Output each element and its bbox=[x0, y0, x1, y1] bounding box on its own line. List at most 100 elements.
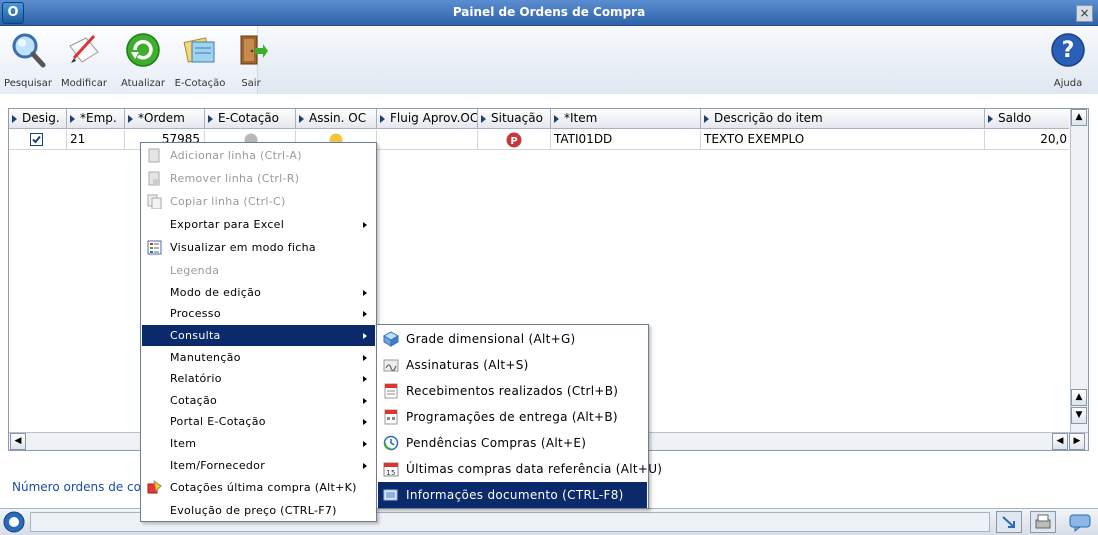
descricao-cell: TEXTO EXEMPLO bbox=[701, 130, 985, 150]
modify-label: Modificar bbox=[61, 78, 107, 89]
submenu-item-signatures[interactable]: Assinaturas (Alt+S) bbox=[378, 352, 647, 378]
sort-arrow-icon bbox=[299, 114, 304, 123]
close-button[interactable]: × bbox=[1076, 5, 1093, 22]
menu-item-form-view[interactable]: Visualizar em modo ficha bbox=[142, 237, 375, 258]
col-item[interactable]: *Item bbox=[551, 109, 701, 129]
window-title: Painel de Ordens de Compra bbox=[452, 5, 646, 19]
vertical-scrollbar[interactable]: ▲ ▲ ▼ bbox=[1070, 109, 1088, 433]
sort-arrow-icon bbox=[128, 114, 133, 123]
scroll-right-button[interactable]: ▶ bbox=[1069, 433, 1085, 450]
sort-arrow-icon bbox=[380, 114, 385, 123]
sort-arrow-icon bbox=[988, 114, 993, 123]
svg-text:15: 15 bbox=[386, 469, 396, 477]
calendar-icon: 15 bbox=[383, 462, 399, 477]
sort-arrow-icon bbox=[554, 114, 559, 123]
refresh-button[interactable]: Atualizar bbox=[115, 30, 171, 92]
scroll-down-button[interactable]: ▼ bbox=[1071, 407, 1087, 424]
menu-item-remove-row[interactable]: Remover linha (Ctrl-R) bbox=[142, 168, 375, 189]
menu-item-edit-mode[interactable]: Modo de edição bbox=[142, 282, 375, 303]
quotation-icon bbox=[183, 37, 215, 63]
submenu-arrow-icon bbox=[363, 355, 367, 361]
orders-count-link[interactable]: Número ordens de com bbox=[12, 480, 153, 494]
help-label: Ajuda bbox=[1053, 78, 1083, 89]
checkbox-checked[interactable] bbox=[30, 133, 43, 146]
exit-label: Sair bbox=[241, 78, 261, 89]
exit-door-icon bbox=[240, 35, 268, 65]
submenu-arrow-icon bbox=[363, 333, 367, 339]
col-fluig[interactable]: Fluig Aprov.OC bbox=[377, 109, 478, 129]
red-p-badge: P bbox=[506, 132, 522, 148]
chat-icon[interactable] bbox=[1067, 511, 1093, 533]
form-view-icon bbox=[147, 240, 162, 255]
help-button[interactable]: ? Ajuda bbox=[1040, 30, 1096, 92]
saldo-cell: 20,0 bbox=[1040, 132, 1067, 146]
sort-arrow-icon bbox=[70, 114, 75, 123]
menu-item-legend[interactable]: Legenda bbox=[142, 260, 375, 281]
sort-arrow-icon bbox=[704, 114, 709, 123]
menu-item-copy-row[interactable]: Copiar linha (Ctrl-C) bbox=[142, 191, 375, 212]
document-info-icon bbox=[383, 489, 398, 501]
menu-item-export-excel[interactable]: Exportar para Excel bbox=[142, 214, 375, 235]
desig-checkbox-cell[interactable] bbox=[9, 130, 67, 150]
svg-text:P: P bbox=[510, 136, 517, 147]
menu-item-last-purchase-quotes[interactable]: Cotações última compra (Alt+K) bbox=[142, 477, 375, 498]
consulta-submenu: Grade dimensional (Alt+G) Assinaturas (A… bbox=[376, 324, 662, 509]
svg-text:?: ? bbox=[1062, 38, 1075, 63]
refresh-icon bbox=[126, 33, 160, 67]
submenu-item-receipts[interactable]: Recebimentos realizados (Ctrl+B) bbox=[378, 378, 647, 404]
scroll-up-button[interactable]: ▲ bbox=[1071, 109, 1087, 126]
submenu-item-last-purchases[interactable]: 15 Últimas compras data referência (Alt+… bbox=[378, 456, 662, 482]
status-app-icon[interactable] bbox=[3, 511, 25, 533]
menu-item-process[interactable]: Processo bbox=[142, 303, 375, 324]
col-saldo[interactable]: Saldo bbox=[985, 109, 1069, 129]
submenu-arrow-icon bbox=[363, 419, 367, 425]
submenu-item-grade-dimensional[interactable]: Grade dimensional (Alt+G) bbox=[378, 326, 647, 352]
scroll-left-button-right[interactable]: ◀ bbox=[1052, 433, 1068, 450]
col-desig[interactable]: Desig. bbox=[9, 109, 67, 129]
help-icon: ? bbox=[1051, 33, 1085, 67]
receipt-icon bbox=[384, 383, 398, 399]
edit-icon bbox=[69, 34, 99, 63]
col-descricao[interactable]: Descrição do item bbox=[701, 109, 985, 129]
magnifier-icon bbox=[12, 33, 46, 68]
pending-clock-icon bbox=[383, 435, 399, 451]
menu-item-add-row[interactable]: Adicionar linha (Ctrl-A) bbox=[142, 145, 375, 166]
resize-arrow-icon[interactable] bbox=[996, 511, 1022, 533]
modify-button[interactable]: Modificar bbox=[56, 30, 112, 92]
submenu-arrow-icon bbox=[363, 398, 367, 404]
exit-button[interactable]: Sair bbox=[223, 30, 279, 92]
item-cell: TATI01DD bbox=[551, 130, 701, 150]
menu-item-report[interactable]: Relatório bbox=[142, 368, 375, 389]
col-assin-oc[interactable]: Assin. OC bbox=[296, 109, 377, 129]
submenu-arrow-icon bbox=[363, 463, 367, 469]
col-ordem[interactable]: *Ordem bbox=[125, 109, 205, 129]
sort-arrow-icon bbox=[208, 114, 213, 123]
toolbar: Pesquisar Modificar Atualizar E-Cotação bbox=[0, 26, 1098, 94]
col-situacao[interactable]: Situação bbox=[478, 109, 551, 129]
ecotacao-button[interactable]: E-Cotação bbox=[172, 30, 228, 92]
copy-row-icon bbox=[147, 194, 162, 209]
ecotacao-label: E-Cotação bbox=[174, 78, 226, 89]
submenu-item-pending-purchases[interactable]: Pendências Compras (Alt+E) bbox=[378, 430, 647, 456]
menu-item-maintenance[interactable]: Manutenção bbox=[142, 347, 375, 368]
menu-item-consulta[interactable]: Consulta bbox=[142, 325, 375, 346]
refresh-label: Atualizar bbox=[120, 78, 166, 89]
scroll-left-button[interactable]: ◀ bbox=[10, 433, 26, 450]
scroll-up-button-lower[interactable]: ▲ bbox=[1071, 389, 1087, 406]
col-emp[interactable]: *Emp. bbox=[67, 109, 125, 129]
menu-item-price-evolution[interactable]: Evolução de preço (CTRL-F7) bbox=[142, 500, 375, 521]
col-ecotacao[interactable]: E-Cotação bbox=[205, 109, 296, 129]
menu-item-quotation[interactable]: Cotação bbox=[142, 390, 375, 411]
submenu-arrow-icon bbox=[363, 311, 367, 317]
submenu-item-delivery-schedules[interactable]: Programações de entrega (Alt+B) bbox=[378, 404, 647, 430]
menu-item-item[interactable]: Item bbox=[142, 433, 375, 454]
cube-icon bbox=[383, 331, 399, 347]
search-button[interactable]: Pesquisar bbox=[0, 30, 56, 92]
remove-row-icon bbox=[148, 171, 160, 186]
menu-item-item-supplier[interactable]: Item/Fornecedor bbox=[142, 455, 375, 476]
menu-item-ecotacao-portal[interactable]: Portal E-Cotação bbox=[142, 411, 375, 432]
sort-arrow-icon bbox=[481, 114, 486, 123]
title-bar: O Painel de Ordens de Compra × bbox=[0, 0, 1098, 26]
submenu-item-document-info[interactable]: Informações documento (CTRL-F8) bbox=[378, 482, 647, 508]
print-icon[interactable] bbox=[1030, 511, 1056, 533]
